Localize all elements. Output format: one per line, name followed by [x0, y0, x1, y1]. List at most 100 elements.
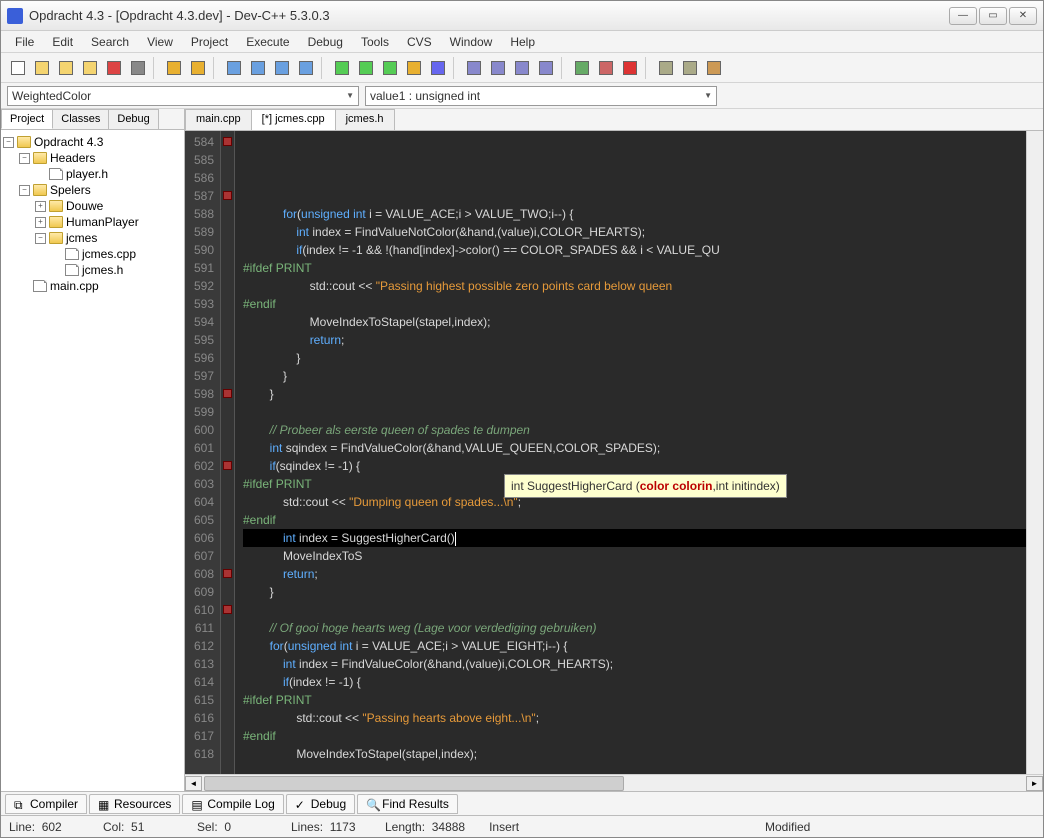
- fold-column[interactable]: [221, 131, 235, 774]
- code-line-613[interactable]: #endif: [243, 727, 1026, 745]
- code-editor[interactable]: 5845855865875885895905915925935945955965…: [185, 131, 1043, 774]
- redo-button[interactable]: [187, 57, 209, 79]
- tree-toggle-icon[interactable]: −: [3, 137, 14, 148]
- tree-file-jcmes.h[interactable]: jcmes.h: [3, 262, 182, 278]
- code-line-591[interactable]: return;: [243, 331, 1026, 349]
- goto-line-button[interactable]: [295, 57, 317, 79]
- window-cascade-button[interactable]: [487, 57, 509, 79]
- code-line-607[interactable]: // Of gooi hoge hearts weg (Lage voor ve…: [243, 619, 1026, 637]
- maximize-button[interactable]: ▭: [979, 7, 1007, 25]
- bottom-tab-resources[interactable]: ▦Resources: [89, 794, 180, 814]
- code-line-598[interactable]: if(sqindex != -1) {: [243, 457, 1026, 475]
- editor-tab-0[interactable]: main.cpp: [185, 109, 252, 130]
- code-line-614[interactable]: MoveIndexToStapel(stapel,index);: [243, 745, 1026, 763]
- replace-button[interactable]: [247, 57, 269, 79]
- code-line-615[interactable]: [243, 763, 1026, 774]
- tree-file-jcmes.cpp[interactable]: jcmes.cpp: [3, 246, 182, 262]
- code-line-612[interactable]: std::cout << "Passing hearts above eight…: [243, 709, 1026, 727]
- code-content[interactable]: for(unsigned int i = VALUE_ACE;i > VALUE…: [235, 131, 1026, 774]
- rebuild-button[interactable]: [403, 57, 425, 79]
- fold-mark-icon[interactable]: [223, 461, 232, 470]
- menu-tools[interactable]: Tools: [353, 33, 397, 51]
- run-button[interactable]: [355, 57, 377, 79]
- code-line-606[interactable]: [243, 601, 1026, 619]
- code-line-595[interactable]: [243, 403, 1026, 421]
- code-line-597[interactable]: int sqindex = FindValueColor(&hand,VALUE…: [243, 439, 1026, 457]
- left-tab-classes[interactable]: Classes: [52, 109, 109, 129]
- code-line-585[interactable]: int index = FindValueNotColor(&hand,(val…: [243, 223, 1026, 241]
- code-line-609[interactable]: int index = FindValueColor(&hand,(value)…: [243, 655, 1026, 673]
- close-button[interactable]: ✕: [1009, 7, 1037, 25]
- tree-douwe[interactable]: +Douwe: [3, 198, 182, 214]
- menu-edit[interactable]: Edit: [44, 33, 81, 51]
- code-line-589[interactable]: #endif: [243, 295, 1026, 313]
- code-line-588[interactable]: std::cout << "Passing highest possible z…: [243, 277, 1026, 295]
- tree-root[interactable]: −Opdracht 4.3: [3, 134, 182, 150]
- compile-run-button[interactable]: [379, 57, 401, 79]
- menu-help[interactable]: Help: [502, 33, 543, 51]
- tree-toggle-icon[interactable]: +: [35, 217, 46, 228]
- save-button[interactable]: [55, 57, 77, 79]
- new-file-button[interactable]: [7, 57, 29, 79]
- step-into-button[interactable]: [679, 57, 701, 79]
- code-line-610[interactable]: if(index != -1) {: [243, 673, 1026, 691]
- code-line-603[interactable]: MoveIndexToS: [243, 547, 1026, 565]
- profile-button[interactable]: [595, 57, 617, 79]
- menu-window[interactable]: Window: [442, 33, 501, 51]
- code-line-611[interactable]: #ifdef PRINT: [243, 691, 1026, 709]
- debug-button[interactable]: [427, 57, 449, 79]
- open-file-button[interactable]: [31, 57, 53, 79]
- close-button[interactable]: [103, 57, 125, 79]
- editor-tab-2[interactable]: jcmes.h: [335, 109, 395, 130]
- step-over-button[interactable]: [655, 57, 677, 79]
- left-tab-project[interactable]: Project: [1, 109, 53, 129]
- menu-execute[interactable]: Execute: [238, 33, 297, 51]
- scroll-left-button[interactable]: ◄: [185, 776, 202, 791]
- window-list-button[interactable]: [535, 57, 557, 79]
- code-line-596[interactable]: // Probeer als eerste queen of spades te…: [243, 421, 1026, 439]
- class-combo[interactable]: WeightedColor ▼: [7, 86, 359, 106]
- code-line-608[interactable]: for(unsigned int i = VALUE_ACE;i > VALUE…: [243, 637, 1026, 655]
- code-line-594[interactable]: }: [243, 385, 1026, 403]
- fold-mark-icon[interactable]: [223, 191, 232, 200]
- tree-toggle-icon[interactable]: −: [35, 233, 46, 244]
- scroll-right-button[interactable]: ►: [1026, 776, 1043, 791]
- stop-button[interactable]: [619, 57, 641, 79]
- menu-file[interactable]: File: [7, 33, 42, 51]
- menu-debug[interactable]: Debug: [300, 33, 351, 51]
- horizontal-scrollbar[interactable]: ◄ ►: [185, 774, 1043, 791]
- bottom-tab-debug[interactable]: ✓Debug: [286, 794, 355, 814]
- save-all-button[interactable]: [79, 57, 101, 79]
- fold-mark-icon[interactable]: [223, 605, 232, 614]
- fold-mark-icon[interactable]: [223, 389, 232, 398]
- menu-search[interactable]: Search: [83, 33, 137, 51]
- menu-cvs[interactable]: CVS: [399, 33, 440, 51]
- minimize-button[interactable]: —: [949, 7, 977, 25]
- project-tree[interactable]: −Opdracht 4.3−Headersplayer.h−Spelers+Do…: [1, 130, 184, 791]
- menu-project[interactable]: Project: [183, 33, 236, 51]
- print-button[interactable]: [127, 57, 149, 79]
- window-arrange-button[interactable]: [511, 57, 533, 79]
- window-tile-button[interactable]: [463, 57, 485, 79]
- code-line-586[interactable]: if(index != -1 && !(hand[index]->color()…: [243, 241, 1026, 259]
- code-line-590[interactable]: MoveIndexToStapel(stapel,index);: [243, 313, 1026, 331]
- bottom-tab-find-results[interactable]: 🔍Find Results: [357, 794, 458, 814]
- code-line-593[interactable]: }: [243, 367, 1026, 385]
- bottom-tab-compiler[interactable]: ⧉Compiler: [5, 794, 87, 814]
- code-line-587[interactable]: #ifdef PRINT: [243, 259, 1026, 277]
- code-line-604[interactable]: return;: [243, 565, 1026, 583]
- code-line-592[interactable]: }: [243, 349, 1026, 367]
- code-line-601[interactable]: #endif: [243, 511, 1026, 529]
- editor-tab-1[interactable]: [*] jcmes.cpp: [251, 109, 336, 130]
- fold-mark-icon[interactable]: [223, 137, 232, 146]
- scroll-thumb[interactable]: [204, 776, 624, 791]
- code-line-584[interactable]: for(unsigned int i = VALUE_ACE;i > VALUE…: [243, 205, 1026, 223]
- project-options-button[interactable]: [703, 57, 725, 79]
- tree-humanplayer[interactable]: +HumanPlayer: [3, 214, 182, 230]
- tree-headers[interactable]: −Headers: [3, 150, 182, 166]
- bottom-tab-compile-log[interactable]: ▤Compile Log: [182, 794, 283, 814]
- tree-spelers[interactable]: −Spelers: [3, 182, 182, 198]
- tree-file-player.h[interactable]: player.h: [3, 166, 182, 182]
- vertical-scrollbar[interactable]: [1026, 131, 1043, 774]
- tree-toggle-icon[interactable]: +: [35, 201, 46, 212]
